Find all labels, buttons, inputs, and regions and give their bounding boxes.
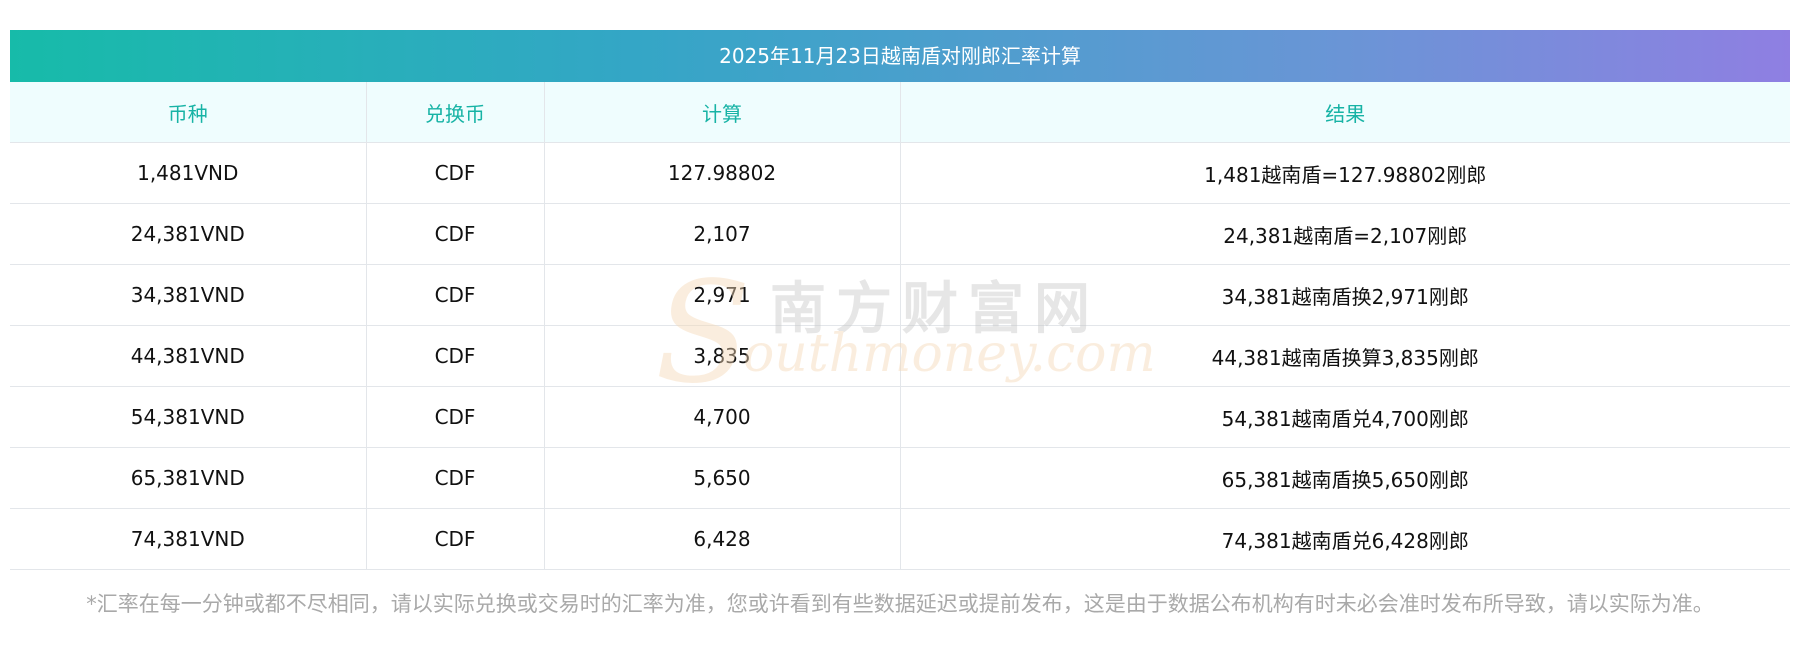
column-header-calculation: 计算 xyxy=(543,82,900,143)
cell-target-currency: CDF xyxy=(365,264,544,326)
table-row: 54,381VND CDF 4,700 54,381越南盾兑4,700刚郎 xyxy=(10,386,1790,448)
table-row: 44,381VND CDF 3,835 44,381越南盾换算3,835刚郎 xyxy=(10,325,1790,387)
cell-result: 1,481越南盾=127.98802刚郎 xyxy=(899,142,1790,204)
rate-table-container: 2025年11月23日越南盾对刚郎汇率计算 币种 兑换币 计算 结果 1,481… xyxy=(10,30,1790,570)
cell-amount: 1,481VND xyxy=(10,142,366,204)
cell-result: 24,381越南盾=2,107刚郎 xyxy=(899,203,1790,265)
cell-target-currency: CDF xyxy=(365,325,544,387)
cell-amount: 54,381VND xyxy=(10,386,366,448)
cell-result: 54,381越南盾兑4,700刚郎 xyxy=(899,386,1790,448)
cell-target-currency: CDF xyxy=(365,447,544,509)
table-row: 24,381VND CDF 2,107 24,381越南盾=2,107刚郎 xyxy=(10,203,1790,265)
cell-calculated-value: 127.98802 xyxy=(543,142,900,204)
cell-amount: 34,381VND xyxy=(10,264,366,326)
table-row: 65,381VND CDF 5,650 65,381越南盾换5,650刚郎 xyxy=(10,447,1790,509)
column-header-target-currency: 兑换币 xyxy=(365,82,544,143)
cell-result: 65,381越南盾换5,650刚郎 xyxy=(899,447,1790,509)
column-header-result: 结果 xyxy=(899,82,1790,143)
table-header-row: 币种 兑换币 计算 结果 xyxy=(10,82,1790,143)
cell-target-currency: CDF xyxy=(365,142,544,204)
cell-calculated-value: 4,700 xyxy=(543,386,900,448)
table-title: 2025年11月23日越南盾对刚郎汇率计算 xyxy=(10,30,1790,82)
cell-amount: 65,381VND xyxy=(10,447,366,509)
cell-calculated-value: 2,971 xyxy=(543,264,900,326)
table-row: 1,481VND CDF 127.98802 1,481越南盾=127.9880… xyxy=(10,142,1790,204)
cell-calculated-value: 5,650 xyxy=(543,447,900,509)
cell-calculated-value: 2,107 xyxy=(543,203,900,265)
cell-result: 34,381越南盾换2,971刚郎 xyxy=(899,264,1790,326)
cell-amount: 44,381VND xyxy=(10,325,366,387)
cell-result: 74,381越南盾兑6,428刚郎 xyxy=(899,508,1790,570)
cell-target-currency: CDF xyxy=(365,386,544,448)
column-header-currency: 币种 xyxy=(10,82,366,143)
cell-amount: 74,381VND xyxy=(10,508,366,570)
cell-result: 44,381越南盾换算3,835刚郎 xyxy=(899,325,1790,387)
cell-target-currency: CDF xyxy=(365,203,544,265)
table-row: 34,381VND CDF 2,971 34,381越南盾换2,971刚郎 xyxy=(10,264,1790,326)
disclaimer-note: *汇率在每一分钟或都不尽相同，请以实际兑换或交易时的汇率为准，您或许看到有些数据… xyxy=(86,592,1714,616)
cell-calculated-value: 3,835 xyxy=(543,325,900,387)
cell-amount: 24,381VND xyxy=(10,203,366,265)
table-row: 74,381VND CDF 6,428 74,381越南盾兑6,428刚郎 xyxy=(10,508,1790,570)
cell-calculated-value: 6,428 xyxy=(543,508,900,570)
exchange-rate-table: 币种 兑换币 计算 结果 1,481VND CDF 127.98802 1,48… xyxy=(10,82,1790,570)
cell-target-currency: CDF xyxy=(365,508,544,570)
